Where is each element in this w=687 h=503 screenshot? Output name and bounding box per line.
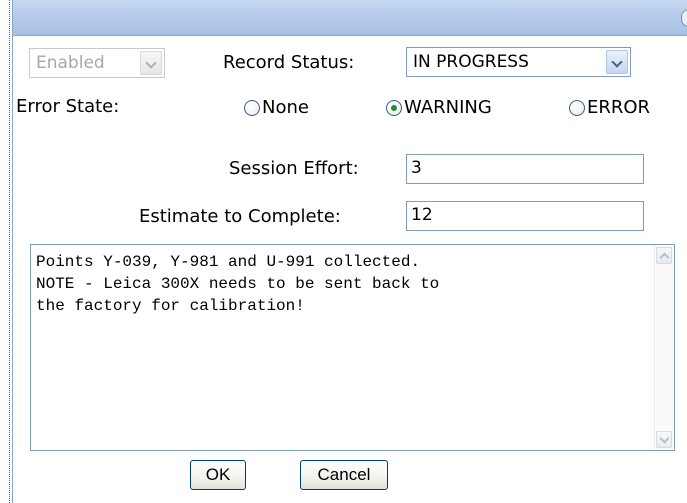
enabled-select-value: Enabled bbox=[36, 53, 105, 73]
radio-warning-label[interactable]: WARNING bbox=[404, 97, 492, 119]
dotted-edge-divider bbox=[9, 0, 10, 503]
record-status-label: Record Status: bbox=[223, 52, 355, 73]
notes-scrollbar[interactable] bbox=[654, 246, 673, 449]
record-dialog: Enabled Record Status: IN PROGRESS Error… bbox=[12, 0, 687, 503]
scroll-up-icon[interactable] bbox=[656, 247, 672, 264]
estimate-to-complete-label: Estimate to Complete: bbox=[139, 206, 341, 227]
radio-none-circle[interactable] bbox=[244, 100, 260, 116]
radio-error-circle[interactable] bbox=[569, 100, 585, 116]
notes-textarea[interactable]: Points Y-039, Y-981 and U-991 collected.… bbox=[30, 244, 675, 451]
estimate-to-complete-input[interactable]: 12 bbox=[406, 201, 644, 231]
session-effort-input[interactable]: 3 bbox=[406, 154, 644, 184]
radio-warning-circle[interactable] bbox=[386, 100, 402, 116]
titlebar-button-partial-icon[interactable] bbox=[681, 9, 687, 27]
radio-none-label[interactable]: None bbox=[262, 97, 309, 119]
dialog-titlebar[interactable] bbox=[13, 0, 687, 36]
cancel-button[interactable]: Cancel bbox=[300, 460, 388, 490]
notes-text[interactable]: Points Y-039, Y-981 and U-991 collected.… bbox=[36, 251, 648, 317]
window-left-edge bbox=[0, 0, 10, 503]
ok-button[interactable]: OK bbox=[190, 460, 246, 490]
error-state-radio-group: None WARNING ERROR bbox=[13, 97, 687, 121]
chevron-down-icon[interactable] bbox=[606, 50, 628, 74]
scroll-down-icon[interactable] bbox=[656, 431, 672, 448]
record-status-value: IN PROGRESS bbox=[413, 52, 529, 72]
record-status-select[interactable]: IN PROGRESS bbox=[406, 47, 631, 77]
chevron-down-icon bbox=[140, 51, 162, 75]
session-effort-label: Session Effort: bbox=[229, 158, 359, 179]
enabled-select: Enabled bbox=[29, 48, 165, 78]
radio-error-label[interactable]: ERROR bbox=[587, 97, 650, 119]
